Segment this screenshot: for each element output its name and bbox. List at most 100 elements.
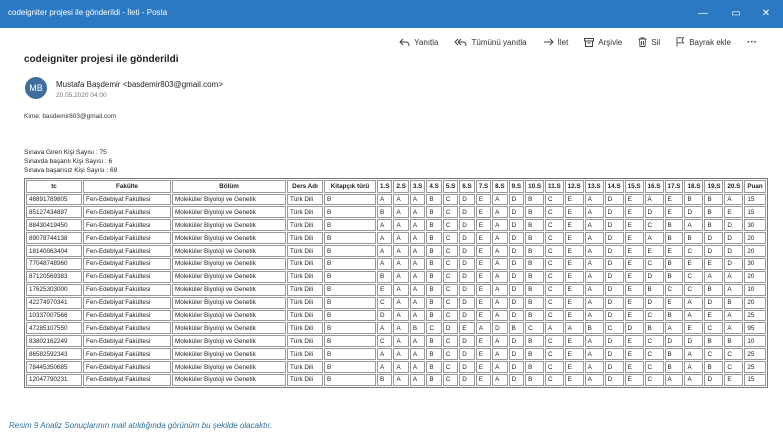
table-cell: D [604,348,624,361]
table-row: 87120569383 Fen-Edebiyat Fakültesi Molekül… [26,270,766,283]
delete-button[interactable]: Sil [638,37,660,47]
forward-button[interactable]: İlet [543,38,568,47]
exam-summary: Sınava Giren Kişi Sayısı : 75 Sınavda ba… [24,148,117,175]
table-cell: 87120569383 [26,270,82,283]
table-cell: E [564,296,584,309]
table-cell: E [564,193,584,206]
table-row: 18140063404 Fen-Edebiyat Fakültesi Molekül… [26,245,766,257]
delete-label: Sil [651,37,661,47]
table-cell: A [409,335,426,348]
table-cell: C [644,335,664,348]
table-cell: B [664,270,684,283]
table-cell: E [624,361,644,373]
table-cell: 78445350685 [26,361,82,373]
table-cell: C [426,322,442,335]
table-cell: Fen-Edebiyat Fakültesi [83,373,171,386]
table-cell: D [459,283,475,296]
table-cell: A [584,309,604,322]
table-cell: B [324,193,376,206]
table-row: 46891789805 Fen-Edebiyat Fakültesi Molekül… [26,193,766,206]
table-cell: Moleküler Biyoloji ve Genetik [172,296,286,309]
table-cell: E [377,283,393,296]
table-cell: C [442,245,459,257]
table-row: 78445350685 Fen-Edebiyat Fakültesi Molekül… [26,361,766,373]
table-cell: B [525,206,545,219]
table-cell: E [644,245,664,257]
table-cell: E [564,245,584,257]
trash-icon [638,37,647,47]
avatar: MB [25,77,47,99]
message-subject: codeigniter projesi ile gönderildi [24,54,179,65]
table-cell: A [492,361,508,373]
table-cell: D [459,257,475,270]
table-cell: E [684,322,704,335]
table-cell: Moleküler Biyoloji ve Genetik [172,335,286,348]
table-cell: A [584,257,604,270]
table-cell: E [475,309,492,322]
reply-button[interactable]: Yanıtla [399,38,438,47]
more-button[interactable]: ··· [747,37,757,48]
minimize-button[interactable]: — [694,6,712,22]
table-cell: D [377,309,393,322]
table-cell: A [492,348,508,361]
column-header: Kitapçık türü [324,180,376,193]
table-cell: E [624,335,644,348]
table-cell: Türk Dili [287,257,323,270]
close-button[interactable]: ✕ [757,6,775,22]
table-cell: D [604,219,624,232]
table-cell: Fen-Edebiyat Fakültesi [83,270,171,283]
table-cell: E [564,335,584,348]
table-cell: E [704,257,724,270]
table-cell: E [624,283,644,296]
table-cell: A [377,245,393,257]
table-cell: E [475,335,492,348]
table-cell: D [704,245,724,257]
table-cell: A [584,193,604,206]
table-cell: E [475,245,492,257]
column-header: 6.S [459,180,475,193]
table-cell: B [426,283,442,296]
table-cell: B [426,373,442,386]
column-header: 11.S [545,180,564,193]
table-cell: Moleküler Biyoloji ve Genetik [172,270,286,283]
table-cell: A [492,283,508,296]
column-header: 18.S [684,180,704,193]
table-cell: A [393,257,409,270]
table-cell: E [624,206,644,219]
table-cell: C [724,361,744,373]
table-cell: D [684,206,704,219]
table-cell: D [459,193,475,206]
summary-total: Sınava Giren Kişi Sayısı : 75 [24,149,107,156]
archive-label: Arşivle [598,37,623,47]
table-cell: B [324,257,376,270]
flag-button[interactable]: Bayrak ekle [676,37,731,47]
table-cell: A [492,193,508,206]
results-table: tc Fakülte Bölüm Ders Adı Kitapçık türü 1.S 2.… [24,178,768,388]
table-cell: D [604,309,624,322]
table-cell: C [442,232,459,245]
table-cell: Fen-Edebiyat Fakültesi [83,322,171,335]
table-cell: A [409,206,426,219]
table-cell: 20 [744,270,766,283]
table-cell: D [459,335,475,348]
table-cell: A [393,373,409,386]
sender-address[interactable]: Mustafa Başdemir <basdemir803@gmail.com> [56,80,223,89]
table-cell: B [684,232,704,245]
table-cell: C [442,296,459,309]
reply-all-button[interactable]: Tümünü yanıtla [454,38,527,47]
table-cell: A [492,270,508,283]
table-cell: D [508,270,525,283]
table-cell: 77048748960 [26,257,82,270]
table-cell: D [459,373,475,386]
table-cell: D [459,296,475,309]
table-cell: D [644,270,664,283]
maximize-button[interactable]: ▭ [727,6,745,22]
table-cell: D [508,361,525,373]
table-cell: C [442,283,459,296]
table-cell: 15 [744,193,766,206]
table-cell: 25 [744,309,766,322]
table-cell: A [492,232,508,245]
archive-button[interactable]: Arşivle [584,37,623,47]
column-header: 19.S [704,180,724,193]
table-cell: B [409,322,426,335]
